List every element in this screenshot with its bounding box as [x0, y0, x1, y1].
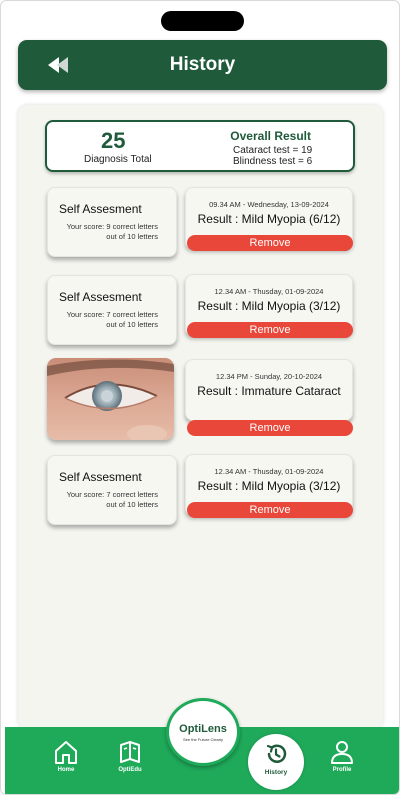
nav-history-label: History — [264, 769, 288, 776]
home-icon — [55, 741, 77, 764]
nav-profile[interactable]: Profile — [322, 739, 362, 773]
result-text: Result : Mild Myopia (3/12) — [197, 299, 341, 313]
optilens-logo-button[interactable]: OptiLens See the Future Clearly — [166, 698, 240, 766]
nav-optiedu-label: OptiEdu — [118, 767, 142, 773]
logo-name: OptiLens — [179, 723, 227, 735]
blindness-count: Blindness test = 6 — [233, 156, 313, 167]
camera-notch — [161, 11, 244, 31]
diagnosis-count-label: Diagnosis Total — [84, 154, 152, 165]
summary-card: 25 Diagnosis Total Overall Result Catara… — [45, 120, 355, 172]
overall-result-title: Overall Result — [230, 129, 311, 143]
cataract-count: Cataract test = 19 — [233, 145, 313, 156]
result-timestamp: 12.34 AM - Thusday, 01-09-2024 — [214, 467, 324, 476]
nav-optiedu[interactable]: OptiEdu — [110, 739, 150, 773]
remove-button[interactable]: Remove — [187, 235, 353, 251]
assessment-score: Your score: 7 correct letters out of 10 l… — [66, 310, 158, 329]
result-text: Result : Immature Cataract — [197, 384, 341, 398]
result-text: Result : Mild Myopia (6/12) — [197, 212, 341, 226]
logo-tagline: See the Future Clearly — [182, 737, 224, 742]
self-assessment-card[interactable]: Self Assesment Your score: 7 correct let… — [47, 455, 177, 525]
result-timestamp: 09.34 AM - Wednesday, 13-09-2024 — [209, 200, 329, 209]
nav-home[interactable]: Home — [46, 739, 86, 773]
diagnosis-count: 25 — [101, 128, 126, 153]
self-assessment-card[interactable]: Self Assesment Your score: 7 correct let… — [47, 275, 177, 345]
result-timestamp: 12.34 AM - Thusday, 01-09-2024 — [214, 287, 324, 296]
app-header: History — [18, 40, 387, 90]
profile-icon — [331, 741, 353, 764]
assessment-score: Your score: 9 correct letters out of 10 l… — [66, 222, 158, 241]
nav-home-label: Home — [57, 767, 75, 773]
assessment-score: Your score: 7 correct letters out of 10 l… — [66, 490, 158, 509]
result-card[interactable]: 12.34 PM - Sunday, 20-10-2024 Result : I… — [185, 359, 353, 421]
eye-photo — [47, 358, 174, 440]
book-icon — [120, 741, 140, 763]
result-text: Result : Mild Myopia (3/12) — [197, 479, 341, 493]
assessment-title: Self Assesment — [59, 290, 142, 304]
remove-button[interactable]: Remove — [187, 420, 353, 436]
nav-profile-label: Profile — [332, 767, 352, 773]
eye-photo-card[interactable] — [47, 358, 174, 440]
remove-button[interactable]: Remove — [187, 322, 353, 338]
self-assessment-card[interactable]: Self Assesment Your score: 9 correct let… — [47, 187, 177, 257]
nav-history[interactable]: History — [248, 734, 304, 790]
assessment-title: Self Assesment — [59, 470, 142, 484]
result-timestamp: 12.34 PM - Sunday, 20-10-2024 — [215, 372, 323, 381]
phone-frame: History 25 Diagnosis Total Overall Resul… — [0, 0, 400, 795]
page-title: History — [169, 54, 236, 75]
remove-button[interactable]: Remove — [187, 502, 353, 518]
assessment-title: Self Assesment — [59, 202, 142, 216]
history-icon — [266, 744, 287, 763]
